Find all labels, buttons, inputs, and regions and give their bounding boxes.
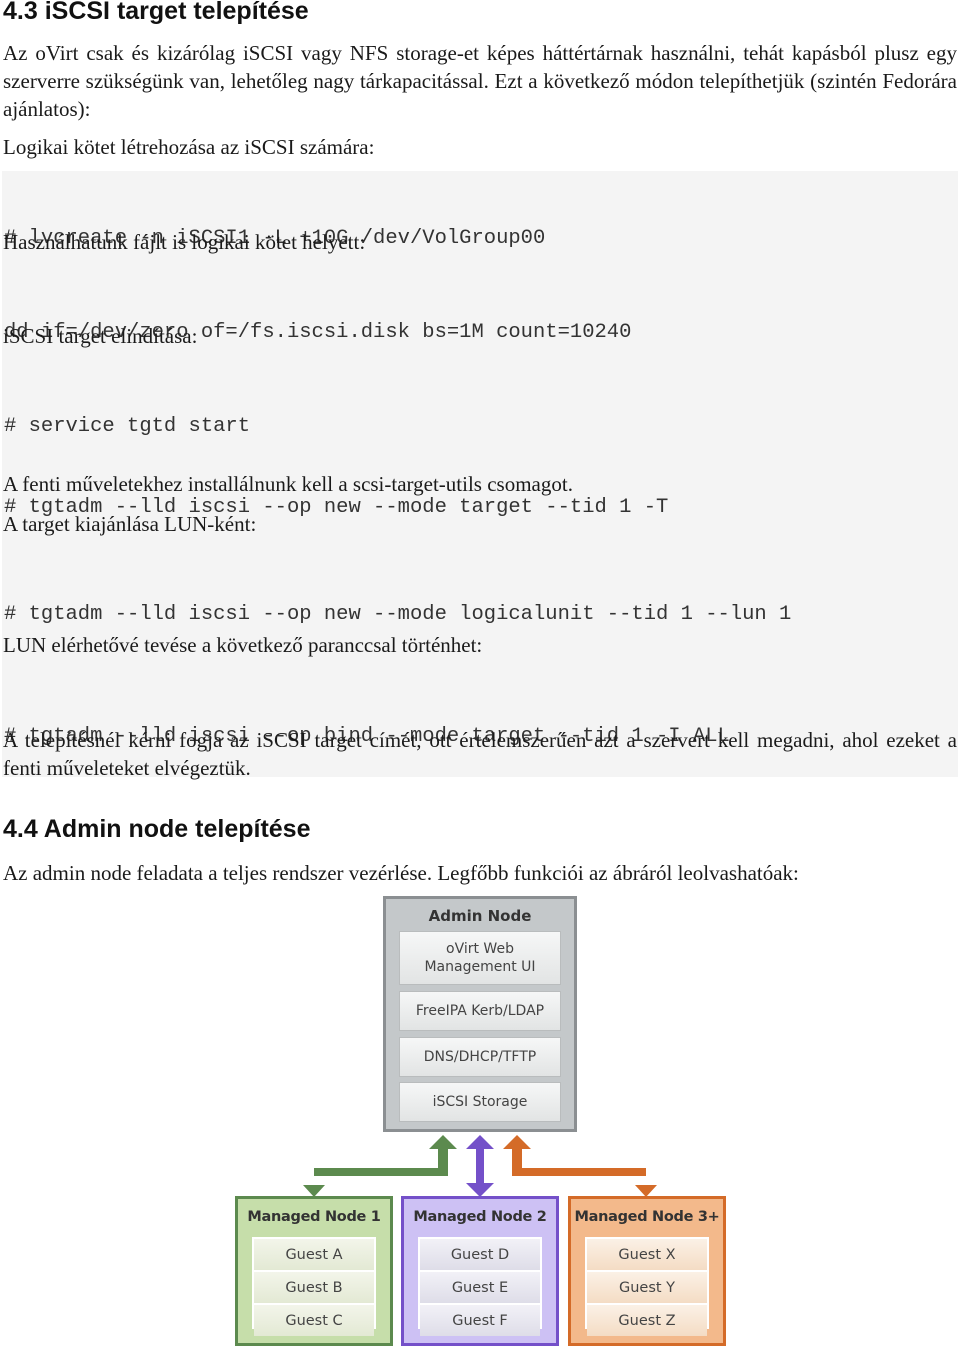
dd-code-block: dd if=/dev/zero of=/fs.iscsi.disk bs=1M …: [2, 265, 958, 373]
managed-node-3: Managed Node 3+ Guest X Guest Y Guest Z: [568, 1196, 726, 1346]
guest-vm: Guest E: [420, 1272, 540, 1303]
file-label: Használhatunk fájlt is logikai kötet hel…: [3, 230, 366, 254]
guest-vm: Guest Y: [587, 1272, 707, 1303]
admin-node-box: Admin Node oVirt Web Management UI FreeI…: [383, 896, 577, 1132]
guest-vm: Guest B: [254, 1272, 374, 1303]
service-iscsi-storage: iSCSI Storage: [399, 1082, 561, 1122]
service-ovirt-web-ui: oVirt Web Management UI: [399, 931, 561, 985]
start-label: iSCSI target elindítása:: [3, 324, 198, 348]
admin-node-title: Admin Node: [428, 907, 532, 925]
code-line: # tgtadm --lld iscsi --op new --mode log…: [4, 603, 792, 626]
guest-vm: Guest D: [420, 1239, 540, 1270]
lun-label: A target kiajánlása LUN-ként:: [3, 512, 257, 536]
lvcreate-code-block: # lvcreate -n iSCSI1 -L +10G /dev/VolGro…: [2, 171, 958, 279]
service-freeipa: FreeIPA Kerb/LDAP: [399, 991, 561, 1031]
service-dns-dhcp-tftp: DNS/DHCP/TFTP: [399, 1037, 561, 1077]
intro-paragraph: Az oVirt csak és kizárólag iSCSI vagy NF…: [3, 41, 957, 121]
managed-node-1: Managed Node 1 Guest A Guest B Guest C: [235, 1196, 393, 1346]
code-line: # service tgtd start: [4, 415, 251, 438]
bind-label: LUN elérhetővé tevése a következő paranc…: [3, 633, 483, 657]
managed-node-2: Managed Node 2 Guest D Guest E Guest F: [401, 1196, 559, 1346]
guest-vm: Guest C: [254, 1305, 374, 1336]
package-note: A fenti műveletekhez installálnunk kell …: [3, 472, 573, 496]
lv-label: Logikai kötet létrehozása az iSCSI számá…: [3, 135, 375, 159]
architecture-diagram: Admin Node oVirt Web Management UI FreeI…: [225, 893, 740, 1353]
managed-node-title: Managed Node 1: [247, 1209, 381, 1225]
section-heading-4-4: 4.4 Admin node telepítése: [3, 815, 311, 843]
managed-node-title: Managed Node 3+: [574, 1209, 720, 1225]
closing-paragraph: A telepítésnél kérni fogja az iSCSI targ…: [3, 728, 957, 780]
admin-intro-paragraph: Az admin node feladata a teljes rendszer…: [3, 861, 799, 885]
arrow-node-2: [466, 1135, 494, 1197]
guest-vm: Guest F: [420, 1305, 540, 1336]
managed-node-title: Managed Node 2: [413, 1209, 547, 1225]
arrow-node-1: [303, 1135, 457, 1197]
arrow-node-3: [503, 1135, 657, 1197]
section-heading-4-3: 4.3 iSCSI target telepítése: [3, 0, 309, 25]
guest-vm: Guest Z: [587, 1305, 707, 1336]
guest-vm: Guest A: [254, 1239, 374, 1270]
guest-vm: Guest X: [587, 1239, 707, 1270]
